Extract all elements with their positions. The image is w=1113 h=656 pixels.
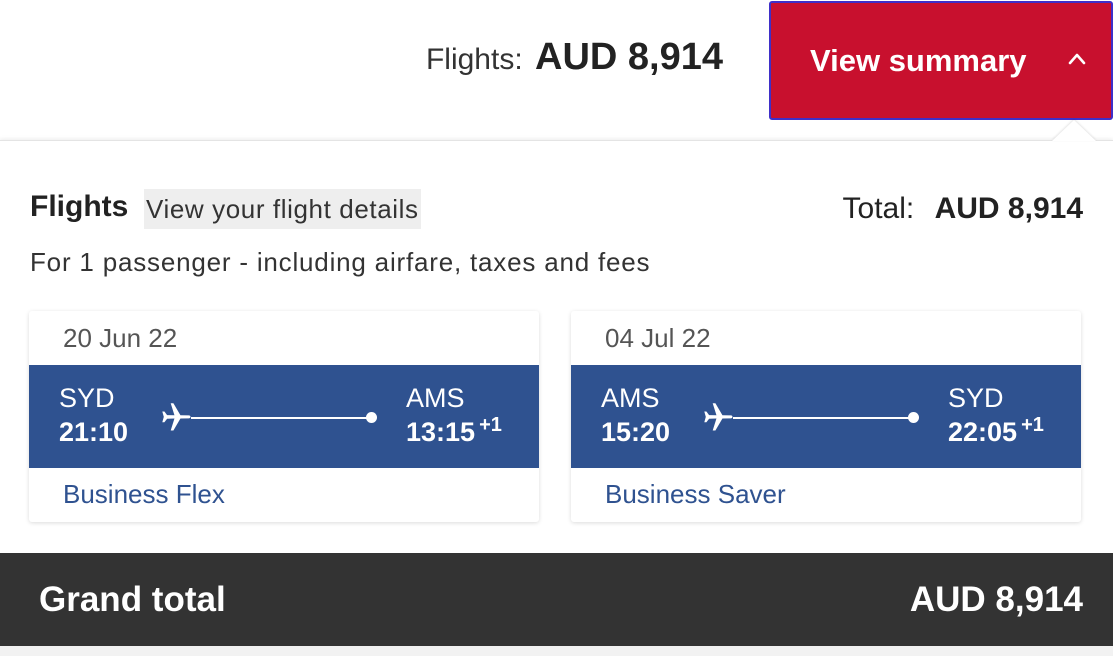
flight-card-return[interactable]: 04 Jul 22 AMS 15:20 SYD 22:05 +1 Business… <box>571 311 1081 522</box>
view-summary-label: View summary <box>810 42 1027 78</box>
flight-date: 04 Jul 22 <box>605 323 711 353</box>
route-endpoint <box>908 412 919 423</box>
grand-total-amount: AUD 8,914 <box>909 580 1083 619</box>
route-line <box>733 417 909 419</box>
airplane-icon <box>162 403 191 431</box>
origin-code: AMS <box>601 383 660 413</box>
flight-route-band: SYD 21:10 AMS 13:15 +1 <box>29 365 539 468</box>
page-bottom-strip <box>0 646 1113 656</box>
passenger-info: For 1 passenger - including airfare, tax… <box>30 247 651 277</box>
arrive-time: 13:15 <box>406 417 476 447</box>
header-flights-label: Flights: <box>425 43 523 76</box>
flight-route-band: AMS 15:20 SYD 22:05 +1 <box>571 365 1081 468</box>
chevron-up-icon <box>1068 53 1086 65</box>
route-line <box>191 417 367 419</box>
arrive-time-wrap: 13:15 +1 <box>406 414 502 448</box>
airplane-icon <box>704 403 733 431</box>
depart-time: 15:20 <box>601 417 671 447</box>
flight-date: 20 Jun 22 <box>63 323 178 353</box>
cabin-class-link[interactable]: Business Flex <box>63 479 225 510</box>
summary-panel-pointer <box>1052 120 1096 141</box>
day-offset: +1 <box>1021 414 1044 436</box>
header-flights-price: Flights: AUD 8,914 <box>426 36 723 79</box>
header-flights-amount: AUD 8,914 <box>535 36 723 78</box>
view-summary-button[interactable]: View summary <box>769 1 1113 120</box>
arrive-time: 22:05 <box>948 417 1018 447</box>
grand-total-bar: Grand total AUD 8,914 <box>0 553 1113 646</box>
total-amount: AUD 8,914 <box>934 192 1083 225</box>
route-endpoint <box>366 412 377 423</box>
cabin-class-link[interactable]: Business Saver <box>605 479 786 510</box>
summary-total: Total: AUD 8,914 <box>843 192 1083 226</box>
view-flight-details-link[interactable]: View your flight details <box>144 189 421 229</box>
destination-code: AMS <box>406 383 465 413</box>
flight-card-outbound[interactable]: 20 Jun 22 SYD 21:10 AMS 13:15 +1 Business… <box>29 311 539 522</box>
destination-code: SYD <box>948 383 1004 413</box>
arrive-time-wrap: 22:05 +1 <box>948 414 1044 448</box>
total-label: Total: <box>842 192 915 225</box>
summary-title: Flights <box>30 190 129 223</box>
depart-time: 21:10 <box>59 417 129 447</box>
day-offset: +1 <box>479 414 502 436</box>
origin-code: SYD <box>59 383 115 413</box>
grand-total-label: Grand total <box>39 580 226 619</box>
